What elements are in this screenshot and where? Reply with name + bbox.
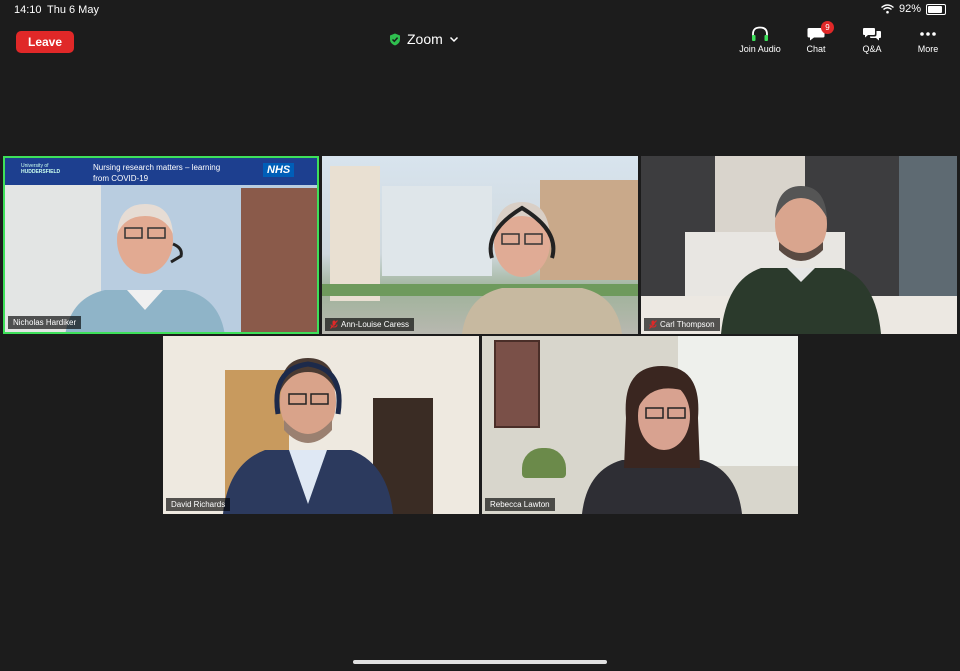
- nhs-logo: NHS: [263, 163, 295, 177]
- slide-title: Nursing research matters – learning from…: [93, 162, 220, 184]
- name-tag: Carl Thompson: [644, 318, 720, 331]
- name-tag: David Richards: [166, 498, 231, 511]
- more-button[interactable]: More: [902, 26, 954, 54]
- meeting-title-text: Zoom: [407, 31, 443, 47]
- logo-line-2: HUDDERSFIELD: [21, 169, 61, 175]
- qa-button[interactable]: Q&A: [846, 26, 898, 54]
- battery-icon: [926, 3, 946, 15]
- more-icon: [920, 32, 936, 36]
- participant-name: Carl Thompson: [660, 320, 715, 329]
- shield-check-icon: [390, 33, 400, 45]
- participant-name: Nicholas Hardiker: [13, 318, 77, 327]
- slide-title-line-1: Nursing research matters – learning: [93, 163, 221, 172]
- qa-label: Q&A: [862, 44, 882, 54]
- battery-percent: 92%: [898, 3, 921, 15]
- leave-button[interactable]: Leave: [16, 31, 74, 53]
- participant-video: [65, 204, 225, 332]
- join-audio-button[interactable]: Join Audio: [734, 26, 786, 54]
- chat-label: Chat: [806, 44, 826, 54]
- participant-video: [223, 358, 393, 514]
- video-tile-david-richards[interactable]: David Richards: [163, 336, 479, 514]
- video-tile-rebecca-lawton[interactable]: Rebecca Lawton: [482, 336, 798, 514]
- status-date: Thu 6 May: [47, 4, 99, 16]
- video-tile-ann-louise-caress[interactable]: Ann-Louise Caress: [322, 156, 638, 334]
- name-tag: Ann-Louise Caress: [325, 318, 415, 331]
- meeting-title[interactable]: Zoom: [389, 31, 459, 47]
- name-tag: Nicholas Hardiker: [8, 316, 82, 329]
- background-arch: [330, 166, 380, 301]
- participant-video: [582, 366, 742, 514]
- slide-title-line-2: from COVID-19: [93, 174, 149, 183]
- status-right: 92%: [881, 3, 946, 15]
- participant-video: [462, 202, 622, 334]
- university-logo: University of HUDDERSFIELD: [21, 163, 60, 175]
- name-tag: Rebecca Lawton: [485, 498, 555, 511]
- participant-name: Ann-Louise Caress: [341, 320, 410, 329]
- video-tile-carl-thompson[interactable]: Carl Thompson: [641, 156, 957, 334]
- status-bar: 14:10 Thu 6 May 92%: [0, 0, 960, 20]
- status-time: 14:10: [14, 4, 42, 16]
- background-painting: [494, 340, 540, 428]
- participant-name: Rebecca Lawton: [490, 500, 550, 509]
- background-building: [241, 188, 317, 332]
- more-label: More: [917, 44, 939, 54]
- slide-header: University of HUDDERSFIELD Nursing resea…: [5, 158, 317, 185]
- qa-icon: [863, 28, 881, 41]
- background-window: [899, 156, 957, 296]
- home-indicator[interactable]: [353, 660, 607, 664]
- chat-button[interactable]: 9 Chat: [790, 21, 842, 54]
- video-tile-nicholas-hardiker[interactable]: University of HUDDERSFIELD Nursing resea…: [3, 156, 319, 334]
- headphones-icon: [752, 26, 768, 41]
- background-plant: [522, 448, 566, 478]
- wifi-icon: [881, 4, 894, 14]
- chevron-down-icon: [449, 36, 458, 42]
- mic-muted-icon: [649, 320, 657, 329]
- mic-muted-icon: [330, 320, 338, 329]
- chat-badge: 9: [821, 21, 834, 34]
- participant-video: [721, 186, 881, 334]
- join-audio-label: Join Audio: [739, 44, 781, 54]
- participant-name: David Richards: [171, 500, 226, 509]
